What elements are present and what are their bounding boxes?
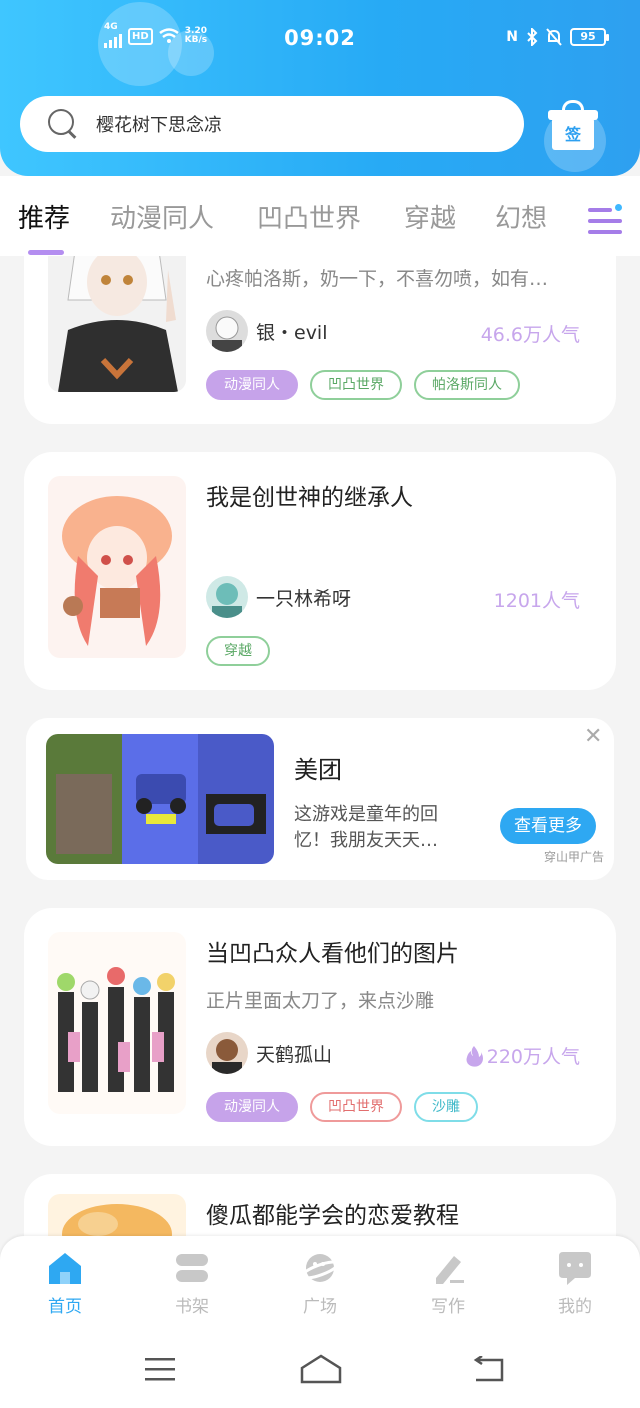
tag[interactable]: 穿越 [206, 636, 270, 666]
tab-indicator [28, 250, 64, 255]
bottom-navigation: 首页 书架 广场 写作 我的 [0, 1236, 640, 1334]
book-author[interactable]: 天鹤孤山 [206, 1032, 332, 1074]
ad-card[interactable]: 美团 这游戏是童年的回忆！我朋友天天… 查看更多 ✕ 穿山甲广告 [26, 718, 614, 880]
nav-mine[interactable]: 我的 [530, 1250, 620, 1317]
nav-write-label: 写作 [431, 1297, 465, 1317]
book-tags: 动漫同人 凹凸世界 帕洛斯同人 [206, 370, 520, 400]
tab-aotu-world[interactable]: 凹凸世界 [257, 198, 361, 235]
book-card[interactable]: 傻瓜都能学会的恋爱教程 [24, 1174, 616, 1236]
book-author[interactable]: 一只林希呀 [206, 576, 351, 618]
checkin-label: 签 [552, 118, 594, 150]
nav-write[interactable]: 写作 [403, 1250, 493, 1317]
book-card[interactable]: 当凹凸众人看他们的图片 正片里面太刀了，来点沙雕 天鹤孤山 220万人气 动漫同… [24, 908, 616, 1146]
tag[interactable]: 凹凸世界 [310, 1092, 402, 1122]
book-cover[interactable] [48, 476, 186, 658]
tag[interactable]: 凹凸世界 [310, 370, 402, 400]
ad-source: 穿山甲广告 [543, 850, 604, 864]
category-tabs: 推荐 动漫同人 凹凸世界 穿越 幻想 [0, 176, 640, 256]
ad-title: 美团 [294, 756, 342, 784]
book-card[interactable]: 我是创世神的继承人 一只林希呀 1201人气 穿越 [24, 452, 616, 690]
tag[interactable]: 动漫同人 [206, 1092, 298, 1122]
ad-image[interactable] [46, 734, 274, 864]
ad-description: 这游戏是童年的回忆！我朋友天天… [294, 804, 438, 851]
bluetooth-icon [527, 28, 538, 46]
book-title: 我是创世神的继承人 [206, 485, 413, 511]
home-icon [45, 1250, 85, 1286]
tab-recommend[interactable]: 推荐 [18, 198, 70, 235]
search-bar[interactable]: 樱花树下思念凉 [20, 96, 524, 152]
author-name: 银・evil [256, 321, 328, 344]
top-header: 4G HD 3.20 KB/s 09:02 N 95 樱花树下思念凉 签 [0, 0, 640, 176]
battery-icon: 95 [570, 28, 609, 46]
author-avatar [206, 576, 248, 618]
ad-close-icon[interactable]: ✕ [584, 724, 602, 749]
book-title: 当凹凸众人看他们的图片 [206, 941, 459, 967]
search-query: 樱花树下思念凉 [96, 115, 222, 136]
nfc-icon: N [506, 29, 518, 45]
book-author[interactable]: 银・evil [206, 310, 328, 352]
ad-view-more-button[interactable]: 查看更多 [500, 808, 596, 844]
author-name: 一只林希呀 [256, 587, 352, 610]
book-tags: 穿越 [206, 636, 270, 666]
flame-icon [466, 1045, 483, 1067]
tab-anime-fanfic[interactable]: 动漫同人 [110, 198, 214, 235]
nav-bookshelf-label: 书架 [175, 1297, 209, 1317]
author-name: 天鹤孤山 [256, 1043, 333, 1066]
popularity-count: 1201人气 [493, 590, 580, 612]
nav-plaza[interactable]: 广场 [275, 1250, 365, 1317]
home-key-icon[interactable] [300, 1354, 342, 1384]
book-tags: 动漫同人 凹凸世界 沙雕 [206, 1092, 478, 1122]
author-avatar [206, 1032, 248, 1074]
tab-fantasy[interactable]: 幻想 [495, 198, 547, 235]
tab-time-travel[interactable]: 穿越 [404, 198, 456, 235]
book-card[interactable]: 心疼帕洛斯，奶一下，不喜勿喷，如有… 银・evil 46.6万人气 动漫同人 凹… [24, 256, 616, 424]
status-right: N 95 [506, 28, 609, 46]
tag[interactable]: 动漫同人 [206, 370, 298, 400]
bookshelf-icon [172, 1250, 212, 1286]
book-cover[interactable] [48, 256, 186, 392]
book-cover[interactable] [48, 932, 186, 1114]
book-description: 正片里面太刀了，来点沙雕 [206, 990, 435, 1012]
planet-icon [300, 1250, 340, 1286]
checkin-gift-button[interactable]: 签 [548, 100, 600, 150]
category-menu-icon[interactable] [588, 204, 622, 236]
system-navigation-bar [0, 1334, 640, 1408]
book-description: 心疼帕洛斯，奶一下，不喜勿喷，如有… [206, 268, 549, 290]
status-bar: 4G HD 3.20 KB/s 09:02 N 95 [0, 0, 640, 80]
book-feed[interactable]: 心疼帕洛斯，奶一下，不喜勿喷，如有… 银・evil 46.6万人气 动漫同人 凹… [0, 256, 640, 1236]
nav-mine-label: 我的 [558, 1297, 592, 1317]
nav-home-label: 首页 [48, 1297, 82, 1317]
nav-plaza-label: 广场 [303, 1297, 337, 1317]
popularity-count: 220万人气 [465, 1042, 580, 1069]
pen-icon [428, 1250, 468, 1286]
book-title: 傻瓜都能学会的恋爱教程 [206, 1203, 459, 1229]
author-avatar [206, 310, 248, 352]
book-cover[interactable] [48, 1194, 186, 1236]
search-icon [48, 109, 78, 139]
chat-icon [555, 1250, 595, 1286]
mute-bell-icon [546, 28, 562, 46]
nav-bookshelf[interactable]: 书架 [147, 1250, 237, 1317]
nav-home[interactable]: 首页 [20, 1250, 110, 1317]
popularity-count: 46.6万人气 [480, 324, 580, 346]
tag[interactable]: 沙雕 [414, 1092, 478, 1122]
tag[interactable]: 帕洛斯同人 [414, 370, 520, 400]
menu-icon[interactable] [144, 1356, 176, 1382]
back-icon[interactable] [472, 1356, 504, 1382]
